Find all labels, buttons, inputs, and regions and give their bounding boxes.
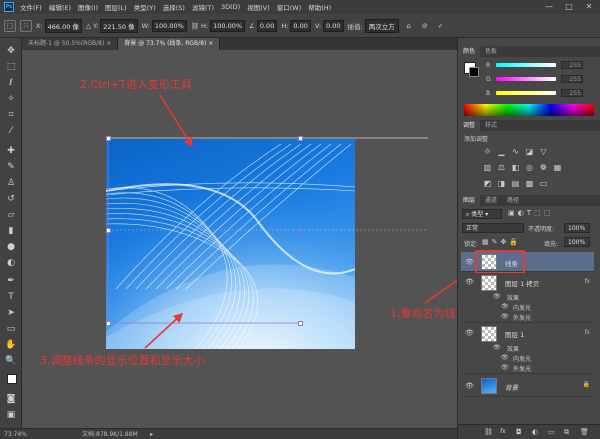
tab-paths[interactable]: 路径 bbox=[502, 195, 524, 206]
visibility-eye-icon[interactable]: 👁 bbox=[465, 382, 474, 390]
tab-styles[interactable]: 样式 bbox=[480, 120, 502, 131]
new-group-icon[interactable]: ▭ bbox=[548, 428, 555, 436]
photoshop-window: Ps 文件(F) 编辑(E) 图像(I) 图层(L) 类型(Y) 选择(S) 滤… bbox=[0, 0, 600, 439]
visibility-eye-icon[interactable]: 👁 bbox=[465, 258, 474, 266]
effect-inner-glow[interactable]: 内发光 bbox=[513, 354, 531, 363]
layer-effects-icon[interactable]: fx bbox=[584, 329, 590, 336]
layer-row-background[interactable]: 👁 背景 🔒 bbox=[461, 375, 594, 397]
levels-icon[interactable]: ▁ bbox=[496, 146, 507, 157]
effect-inner-glow[interactable]: 内发光 bbox=[513, 303, 531, 312]
effect-eye-icon[interactable]: 👁 bbox=[501, 354, 509, 361]
effects-eye-icon[interactable]: 👁 bbox=[493, 293, 501, 300]
layer-lock-icon: 🔒 bbox=[582, 381, 590, 388]
effects-label: 效果 bbox=[507, 295, 520, 302]
color-panel-tabs: 颜色 色板 bbox=[458, 46, 600, 57]
add-mask-icon[interactable]: ◘ bbox=[516, 428, 522, 436]
color-balance-icon[interactable]: ⚖ bbox=[496, 162, 507, 173]
tab-swatches[interactable]: 色板 bbox=[480, 46, 502, 57]
red-slider[interactable] bbox=[496, 63, 556, 67]
status-menu-icon[interactable]: ▸ bbox=[150, 429, 153, 439]
tab-adjustments[interactable]: 调整 bbox=[458, 120, 481, 131]
blue-value[interactable]: 255 bbox=[561, 89, 583, 97]
layer-thumbnail bbox=[481, 326, 497, 342]
layer-name[interactable]: 图层 1 拷贝 bbox=[505, 278, 539, 288]
effect-eye-icon[interactable]: 👁 bbox=[501, 303, 509, 310]
tab-layers[interactable]: 图层 bbox=[458, 195, 481, 206]
blue-label: B bbox=[486, 90, 491, 97]
lock-label: 锁定: bbox=[464, 241, 479, 248]
new-adjustment-icon[interactable]: ◐ bbox=[532, 428, 538, 436]
lock-icons[interactable]: ▦✎✥🔒 bbox=[482, 238, 521, 246]
status-bar: 73.74% 文档:878.9K/1.88M ▸ bbox=[0, 428, 457, 439]
delete-layer-icon[interactable]: 🗑 bbox=[580, 428, 589, 436]
photo-filter-icon[interactable]: ◎ bbox=[524, 162, 535, 173]
opacity-label: 不透明度: bbox=[528, 226, 555, 233]
adjustments-title: 添加调整 bbox=[464, 136, 489, 143]
add-style-icon[interactable]: fx bbox=[500, 428, 506, 435]
visibility-eye-icon[interactable]: 👁 bbox=[465, 278, 474, 286]
layer-thumbnail bbox=[481, 378, 497, 394]
threshold-icon[interactable]: ▤ bbox=[510, 178, 521, 189]
effects-eye-icon[interactable]: 👁 bbox=[493, 344, 501, 351]
layer-row-layer-1[interactable]: 👁 图层 1 fx 👁 效果 👁 内发光 👁 外发光 bbox=[461, 324, 594, 374]
effect-outer-glow[interactable]: 外发光 bbox=[513, 364, 531, 373]
rename-highlight-box bbox=[475, 250, 525, 274]
green-label: G bbox=[486, 76, 491, 83]
color-spectrum[interactable] bbox=[464, 104, 594, 116]
curves-icon[interactable]: ∿ bbox=[510, 146, 521, 157]
tab-color[interactable]: 颜色 bbox=[458, 46, 481, 57]
layer-name[interactable]: 背景 bbox=[505, 382, 518, 392]
fill-label: 填充: bbox=[544, 241, 559, 248]
red-label: R bbox=[486, 62, 491, 69]
gradient-map-icon[interactable]: ▭ bbox=[538, 178, 549, 189]
layer-name[interactable]: 图层 1 bbox=[505, 329, 524, 339]
posterize-icon[interactable]: ◨ bbox=[496, 178, 507, 189]
opacity-input[interactable]: 100% bbox=[564, 223, 590, 233]
red-value[interactable]: 255 bbox=[561, 61, 583, 69]
brightness-contrast-icon[interactable]: ☼ bbox=[482, 146, 493, 157]
vibrance-icon[interactable]: ▽ bbox=[538, 146, 549, 157]
new-layer-icon[interactable]: ⧉ bbox=[564, 428, 569, 437]
color-panel-background-swatch[interactable] bbox=[469, 67, 479, 77]
blue-slider[interactable] bbox=[496, 91, 556, 95]
black-white-icon[interactable]: ◧ bbox=[510, 162, 521, 173]
channel-mixer-icon[interactable]: ❁ bbox=[538, 162, 549, 173]
layer-filter-kind[interactable]: ⌕ 类型 ▾ bbox=[462, 209, 502, 219]
effect-outer-glow[interactable]: 外发光 bbox=[513, 313, 531, 322]
effects-label: 效果 bbox=[507, 346, 520, 353]
blend-mode-select[interactable]: 正常 bbox=[462, 223, 524, 233]
adjustments-panel-tabs: 调整 样式 bbox=[458, 120, 600, 131]
green-value[interactable]: 255 bbox=[561, 75, 583, 83]
green-slider[interactable] bbox=[496, 77, 556, 81]
hue-saturation-icon[interactable]: ▥ bbox=[482, 162, 493, 173]
layer-filter-icons[interactable]: ▣◐T⬚⬚ bbox=[508, 209, 553, 217]
color-lookup-icon[interactable]: ▦ bbox=[552, 162, 563, 173]
layers-footer: ⛓ fx ◘ ◐ ▭ ⧉ 🗑 bbox=[458, 424, 600, 439]
document-size: 文档:878.9K/1.88M bbox=[82, 431, 138, 438]
invert-icon[interactable]: ◩ bbox=[482, 178, 493, 189]
link-layers-icon[interactable]: ⛓ bbox=[484, 428, 493, 436]
tab-channels[interactable]: 通道 bbox=[480, 195, 502, 206]
visibility-eye-icon[interactable]: 👁 bbox=[465, 329, 474, 337]
selective-color-icon[interactable]: ▩ bbox=[524, 178, 535, 189]
fill-input[interactable]: 100% bbox=[564, 237, 590, 247]
layer-effects-icon[interactable]: fx bbox=[584, 278, 590, 285]
exposure-icon[interactable]: ◪ bbox=[524, 146, 535, 157]
effect-eye-icon[interactable]: 👁 bbox=[501, 313, 509, 320]
layer-thumbnail bbox=[481, 275, 497, 291]
layers-panel-tabs: 图层 通道 路径 bbox=[458, 195, 600, 206]
zoom-level[interactable]: 73.74% bbox=[4, 429, 27, 439]
effect-eye-icon[interactable]: 👁 bbox=[501, 364, 509, 371]
layer-row-copy[interactable]: 👁 图层 1 拷贝 fx 👁 效果 👁 内发光 👁 外发光 bbox=[461, 273, 594, 323]
